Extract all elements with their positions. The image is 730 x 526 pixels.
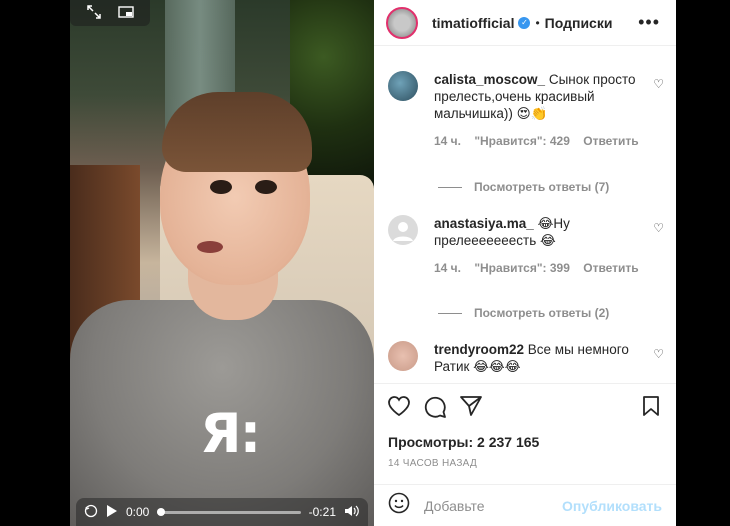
emoji-icon[interactable] — [388, 492, 410, 519]
comment-text: anastasiya.ma_ 😂Ну прелееееееесть 😂 — [434, 215, 644, 249]
comment-icon[interactable] — [424, 396, 446, 423]
comment-item: trendyroom22 Все мы немного Ратик 😂😂😂 ♡ — [388, 341, 668, 381]
commenter-username[interactable]: anastasiya.ma_ — [434, 216, 534, 231]
current-time: 0:00 — [126, 505, 150, 519]
action-icons — [388, 396, 482, 423]
player-controls: 0:00 -0:21 — [76, 498, 368, 526]
share-icon[interactable] — [460, 396, 482, 423]
right-background — [676, 0, 730, 526]
like-comment-icon[interactable]: ♡ — [653, 221, 664, 235]
comment-composer: Добавьте Опубликовать — [374, 484, 676, 526]
commenter-username[interactable]: trendyroom22 — [434, 342, 524, 357]
child-mouth — [197, 241, 223, 253]
channel-logo: Я: — [200, 402, 261, 465]
like-icon[interactable] — [388, 396, 410, 423]
author-username[interactable]: timatiofficial — [432, 15, 514, 31]
volume-icon[interactable] — [344, 504, 360, 521]
follow-button[interactable]: Подписки — [545, 15, 613, 31]
comment-time: 14 ч. — [434, 134, 461, 148]
view-replies-button[interactable]: Посмотреть ответы (7) — [438, 180, 609, 194]
replies-line — [438, 186, 462, 188]
comment-item: anastasiya.ma_ 😂Ну прелееееееесть 😂 ♡ 14… — [388, 215, 668, 295]
comments-list[interactable]: calista_moscow_ Сынок просто прелесть,оч… — [374, 47, 676, 383]
remaining-time: -0:21 — [308, 505, 336, 519]
rewind-icon[interactable] — [84, 504, 98, 521]
comment-likes[interactable]: "Нравится": 429 — [474, 134, 570, 148]
like-comment-icon[interactable]: ♡ — [653, 77, 664, 91]
left-background — [0, 0, 70, 526]
commenter-username[interactable]: calista_moscow_ — [434, 72, 545, 87]
comment-meta: 14 ч. "Нравится": 429 Ответить — [434, 134, 649, 148]
comment-meta: 14 ч. "Нравится": 399 Ответить — [434, 261, 649, 275]
comment-text: trendyroom22 Все мы немного Ратик 😂😂😂 — [434, 341, 644, 375]
child-eye-left — [210, 180, 232, 194]
child-eye-right — [255, 180, 277, 194]
expand-icon[interactable] — [86, 4, 101, 22]
bookmark-icon[interactable] — [642, 396, 660, 421]
view-replies-label: Посмотреть ответы (2) — [474, 306, 610, 320]
progress-knob[interactable] — [157, 507, 166, 516]
commenter-avatar[interactable] — [388, 215, 418, 245]
comment-text: calista_moscow_ Сынок просто прелесть,оч… — [434, 71, 644, 122]
view-replies-button[interactable]: Посмотреть ответы (2) — [438, 306, 609, 320]
post-header: timatiofficial ✓ • Подписки ••• — [374, 0, 676, 46]
post-time: 14 ЧАСОВ НАЗАД — [388, 458, 478, 469]
progress-slider[interactable] — [157, 507, 301, 516]
child-hair — [162, 92, 312, 172]
replies-line — [438, 312, 462, 314]
comment-time: 14 ч. — [434, 261, 461, 275]
pip-icon[interactable] — [117, 5, 134, 21]
separator-dot: • — [535, 15, 540, 30]
commenter-avatar[interactable] — [388, 71, 418, 101]
view-replies-label: Посмотреть ответы (7) — [474, 180, 610, 194]
comment-input[interactable]: Добавьте — [424, 498, 562, 514]
verified-badge-icon: ✓ — [518, 16, 531, 29]
reply-button[interactable]: Ответить — [583, 261, 638, 275]
commenter-avatar[interactable] — [388, 341, 418, 371]
comment-item: calista_moscow_ Сынок просто прелесть,оч… — [388, 71, 668, 191]
reply-button[interactable]: Ответить — [583, 134, 638, 148]
comment-likes[interactable]: "Нравится": 399 — [474, 261, 570, 275]
publish-button[interactable]: Опубликовать — [562, 498, 662, 514]
views-count: Просмотры: 2 237 165 — [388, 434, 540, 450]
video-top-controls — [70, 0, 150, 26]
more-options-icon[interactable]: ••• — [638, 12, 660, 33]
post-actions: Просмотры: 2 237 165 14 ЧАСОВ НАЗАД — [374, 383, 676, 493]
like-comment-icon[interactable]: ♡ — [653, 347, 664, 361]
play-icon[interactable] — [106, 504, 118, 521]
video-player[interactable]: Я: 0:00 -0:21 — [70, 0, 374, 526]
author-avatar[interactable] — [386, 6, 418, 39]
post-panel: timatiofficial ✓ • Подписки ••• calista_… — [374, 0, 676, 526]
default-avatar-icon — [393, 222, 413, 241]
